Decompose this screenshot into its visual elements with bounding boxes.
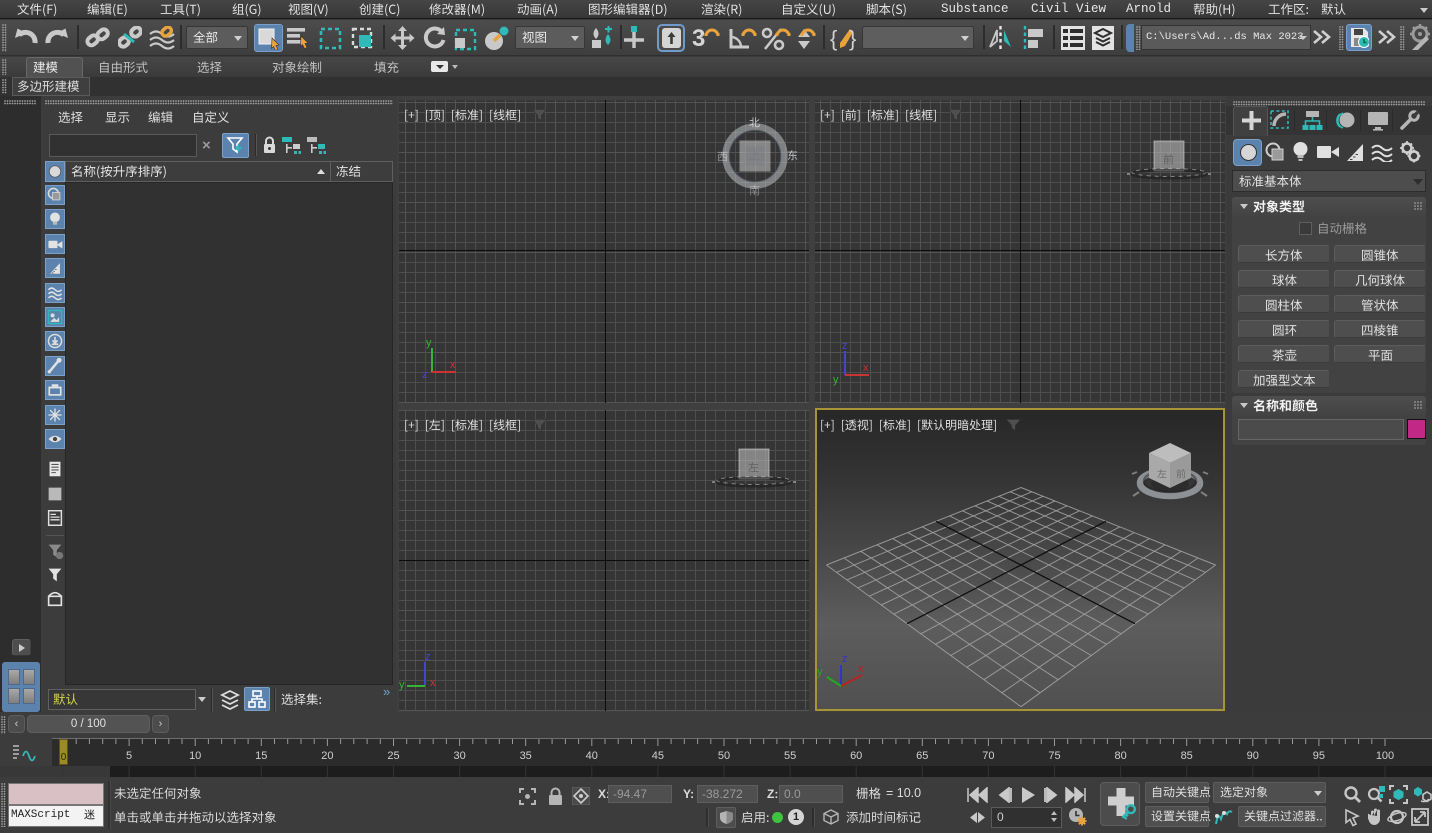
svg-text:x: x: [858, 663, 864, 675]
svg-text:y: y: [399, 679, 405, 691]
svg-text:y: y: [833, 374, 839, 386]
svg-text:y: y: [426, 337, 432, 349]
svg-text:x: x: [450, 359, 456, 371]
svg-text:x: x: [863, 362, 869, 374]
svg-text:z: z: [842, 340, 848, 352]
svg-text:z: z: [425, 651, 431, 663]
svg-text:x: x: [430, 677, 436, 689]
svg-text:y: y: [817, 666, 823, 678]
svg-text:z: z: [842, 653, 848, 665]
svg-text:z: z: [422, 369, 428, 381]
